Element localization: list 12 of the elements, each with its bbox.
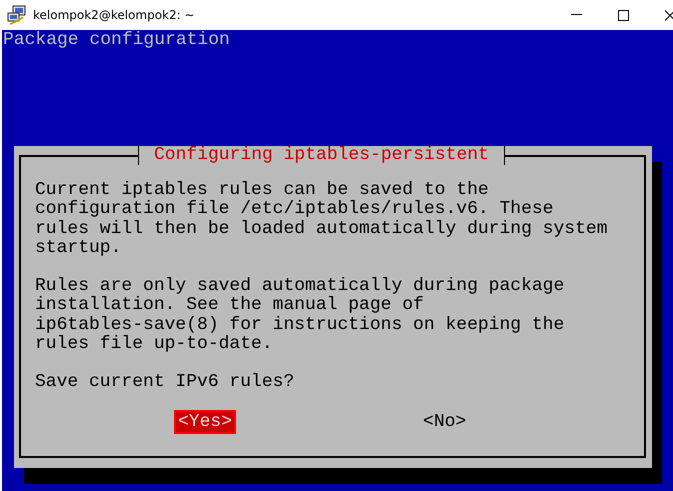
- dialog-button[interactable]: <Yes>: [174, 410, 236, 434]
- paragraph: Current iptables rules can be saved to the configuration file /etc/iptables/rules.v6. These rules will then be loaded automatically during system startup.: [35, 181, 608, 258]
- maximize-icon[interactable]: [618, 10, 629, 20]
- paragraph: Rules are only saved automatically during package installation. See the manual page of ip6tables-save(8) for instructions on keeping the rules file up-to-date.: [35, 277, 566, 354]
- computer-icon: [7, 5, 27, 25]
- question-text: Save current IPv6 rules?: [35, 373, 296, 392]
- window-title: kelompok2@kelompok2: ~: [33, 8, 195, 22]
- minimize-icon[interactable]: [571, 14, 582, 16]
- close-icon[interactable]: [665, 10, 673, 20]
- terminal-header: Package configuration: [2, 30, 231, 50]
- dialog-title: Configuring iptables-persistent: [138, 146, 505, 166]
- dialog-button[interactable]: <No>: [419, 410, 470, 434]
